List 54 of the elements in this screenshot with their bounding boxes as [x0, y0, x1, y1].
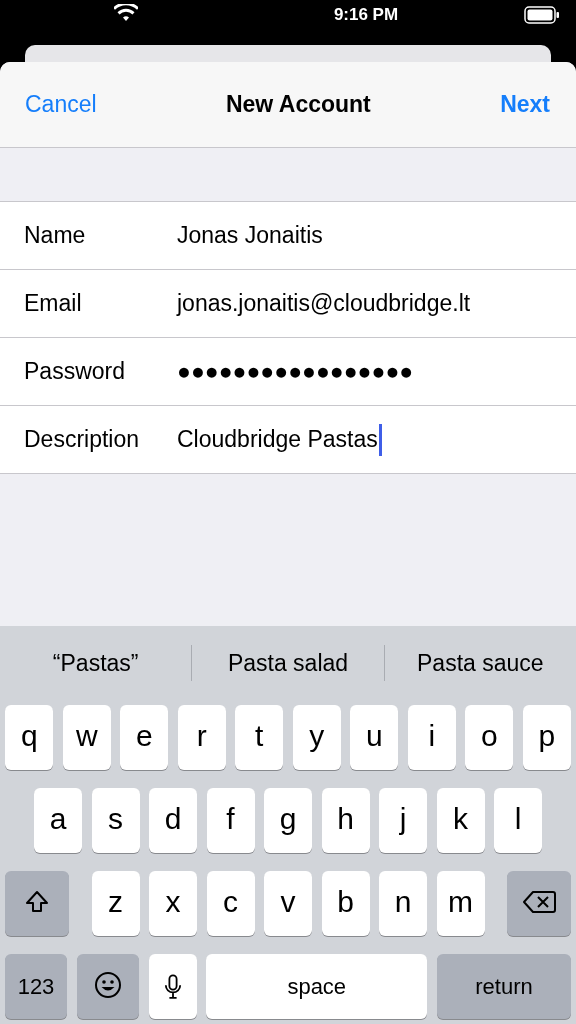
microphone-key[interactable]: [148, 954, 197, 1019]
status-time: 9:16 PM: [333, 5, 399, 25]
letter-key[interactable]: b: [321, 871, 370, 936]
shift-icon: [24, 888, 50, 915]
numbers-key[interactable]: 123: [5, 954, 67, 1019]
suggestion[interactable]: “Pastas”: [0, 626, 192, 700]
letter-key[interactable]: p: [522, 705, 571, 770]
emoji-key[interactable]: [76, 954, 139, 1019]
letter-key[interactable]: m: [436, 871, 485, 936]
field-label: Password: [24, 358, 126, 385]
nav-title: New Account: [225, 91, 371, 118]
letter-key[interactable]: a: [34, 788, 82, 853]
battery-icon: [524, 6, 560, 24]
letter-key[interactable]: e: [120, 705, 169, 770]
letter-key[interactable]: y: [292, 705, 341, 770]
space-key[interactable]: space: [206, 954, 428, 1019]
letter-key[interactable]: z: [91, 871, 140, 936]
letter-key[interactable]: q: [5, 705, 54, 770]
letter-key[interactable]: k: [436, 788, 485, 853]
letter-key[interactable]: n: [379, 871, 427, 936]
cancel-button[interactable]: Cancel: [25, 91, 97, 118]
suggestion[interactable]: Pasta sauce: [384, 626, 576, 700]
microphone-icon: [163, 972, 182, 1001]
field-label: Email: [24, 290, 83, 317]
letter-key[interactable]: f: [206, 788, 255, 853]
suggestion[interactable]: Pasta salad: [192, 626, 384, 700]
letter-key[interactable]: w: [62, 705, 111, 770]
field-label: Description: [24, 426, 141, 453]
input-field[interactable]: Jonas Jonaitis: [177, 222, 323, 249]
letter-key[interactable]: s: [91, 788, 140, 853]
letter-key[interactable]: h: [321, 788, 370, 853]
smiley-icon: [93, 970, 122, 999]
shift-key[interactable]: [5, 871, 69, 936]
input-field[interactable]: ●●●●●●●●●●●●●●●●●: [177, 358, 414, 385]
input-field[interactable]: Cloudbridge Pastas: [177, 423, 382, 456]
letter-key[interactable]: d: [149, 788, 197, 853]
wifi-icon: [114, 4, 138, 22]
return-key[interactable]: return: [437, 954, 571, 1019]
delete-icon: [522, 889, 556, 914]
letter-key[interactable]: j: [379, 788, 427, 853]
letter-key[interactable]: o: [465, 705, 514, 770]
letter-key[interactable]: r: [177, 705, 226, 770]
letter-key[interactable]: t: [235, 705, 284, 770]
letter-key[interactable]: v: [264, 871, 312, 936]
delete-key[interactable]: [507, 871, 571, 936]
letter-key[interactable]: l: [494, 788, 542, 853]
letter-key[interactable]: g: [264, 788, 312, 853]
field-label: Name: [24, 222, 87, 249]
next-button[interactable]: Next: [500, 91, 550, 118]
input-field[interactable]: jonas.jonaitis@cloudbridge.lt: [177, 290, 471, 317]
letter-key[interactable]: x: [149, 871, 197, 936]
letter-key[interactable]: u: [350, 705, 399, 770]
letter-key[interactable]: i: [407, 705, 456, 770]
letter-key[interactable]: c: [206, 871, 255, 936]
